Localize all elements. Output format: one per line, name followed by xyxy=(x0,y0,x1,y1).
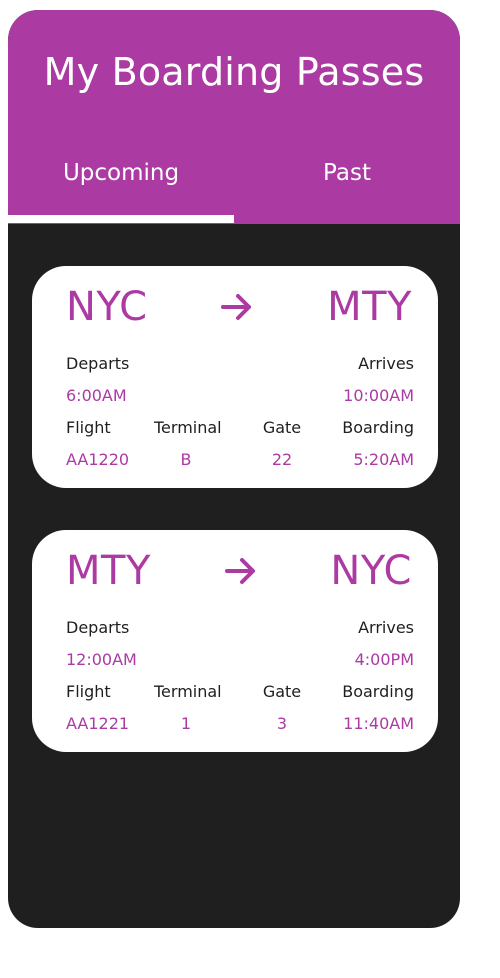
tab-past[interactable]: Past xyxy=(234,160,460,224)
flight-number: AA1220 xyxy=(66,450,130,469)
origin-code: MTY xyxy=(66,548,151,594)
gate-label: Gate xyxy=(262,682,302,701)
departs-label: Departs xyxy=(66,354,130,373)
boarding-pass-card[interactable]: MTY NYC Departs Arrives 12:00AM 4:00PM F… xyxy=(32,530,438,752)
page-title: My Boarding Passes xyxy=(43,50,425,94)
active-tab-indicator xyxy=(8,215,234,223)
boarding-label: Boarding xyxy=(342,418,414,437)
boarding-time: 5:20AM xyxy=(353,450,414,469)
departs-label: Departs xyxy=(66,618,130,637)
gate-label: Gate xyxy=(262,418,302,437)
departs-time: 12:00AM xyxy=(66,650,137,669)
origin-code: NYC xyxy=(66,284,148,330)
arrives-label: Arrives xyxy=(358,354,414,373)
departs-time: 6:00AM xyxy=(66,386,127,405)
arrives-time: 4:00PM xyxy=(354,650,414,669)
flight-label: Flight xyxy=(66,682,111,701)
boarding-label: Boarding xyxy=(342,682,414,701)
flight-label: Flight xyxy=(66,418,111,437)
gate-value: 22 xyxy=(271,450,293,469)
arrow-right-icon xyxy=(225,558,255,584)
app-screen: My Boarding Passes Upcoming Past NYC MTY… xyxy=(8,10,460,928)
arrow-right-icon xyxy=(221,294,251,320)
boarding-time: 11:40AM xyxy=(343,714,414,733)
terminal-value: B xyxy=(180,450,192,469)
flight-number: AA1221 xyxy=(66,714,130,733)
boarding-pass-card[interactable]: NYC MTY Departs Arrives 6:00AM 10:00AM F… xyxy=(32,266,438,488)
arrives-label: Arrives xyxy=(358,618,414,637)
header: My Boarding Passes Upcoming Past xyxy=(8,10,460,224)
destination-code: NYC xyxy=(330,548,412,594)
gate-value: 3 xyxy=(276,714,288,733)
terminal-value: 1 xyxy=(180,714,192,733)
terminal-label: Terminal xyxy=(154,682,222,701)
arrives-time: 10:00AM xyxy=(343,386,414,405)
terminal-label: Terminal xyxy=(154,418,222,437)
destination-code: MTY xyxy=(327,284,412,330)
